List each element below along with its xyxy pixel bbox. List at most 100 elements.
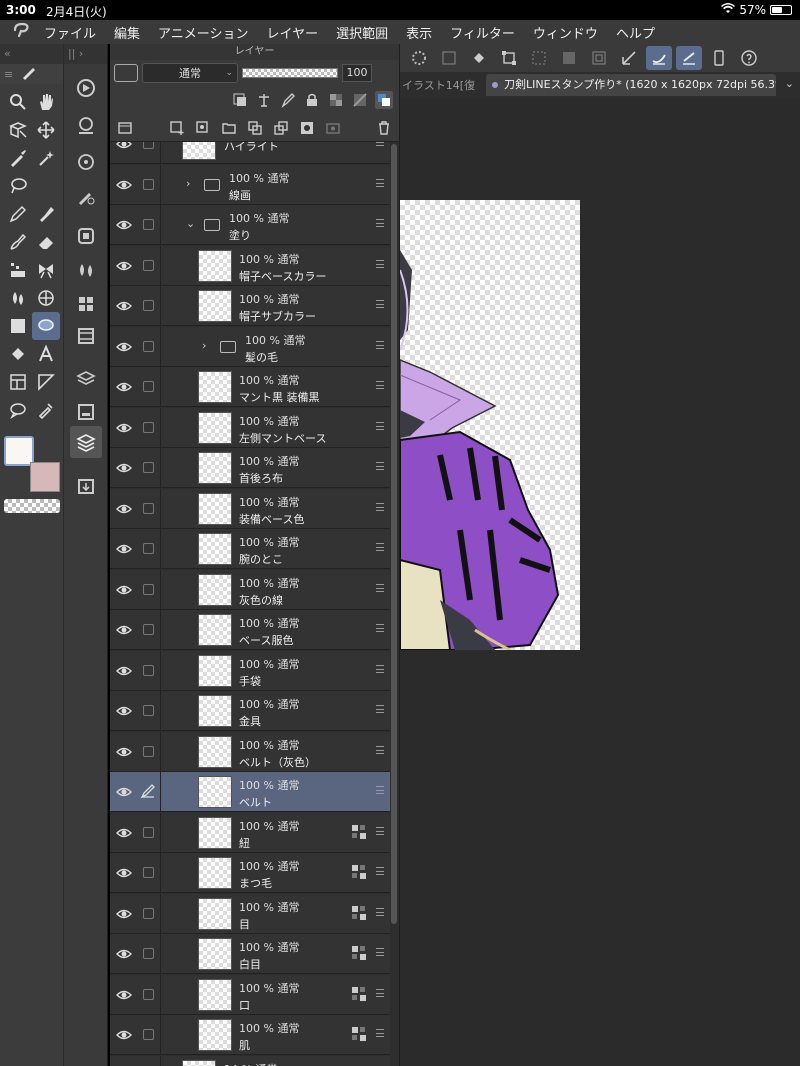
- lock-transparency-icon[interactable]: [327, 91, 345, 109]
- clip-layer-icon[interactable]: [231, 91, 249, 109]
- layer-search-icon[interactable]: [70, 396, 102, 428]
- transparent-color-swatch[interactable]: [4, 499, 60, 513]
- layer-row[interactable]: 100 % 通常口: [110, 974, 390, 1015]
- layer-color-toggle-icon[interactable]: [375, 91, 393, 109]
- layer-folder-row[interactable]: ⌄ 100 % 通常 塗り: [110, 205, 390, 245]
- lock-toggle[interactable]: [143, 745, 154, 757]
- lock-toggle[interactable]: [143, 1029, 154, 1040]
- color-set-icon[interactable]: [70, 288, 102, 320]
- layer-panel-icon[interactable]: [70, 426, 102, 458]
- layer-drag-handle-icon[interactable]: [376, 381, 384, 389]
- help-icon[interactable]: [736, 46, 762, 70]
- material-icon[interactable]: [70, 470, 102, 502]
- visibility-eye-icon[interactable]: [116, 501, 132, 517]
- layer-drag-handle-icon[interactable]: [376, 502, 384, 511]
- menu-window[interactable]: ウィンドウ: [533, 23, 598, 42]
- zoom-tool-icon[interactable]: [4, 88, 32, 116]
- layer-row[interactable]: 100 % 通常 灰色の線: [110, 569, 390, 610]
- magic-wand-tool-icon[interactable]: [32, 144, 60, 172]
- visibility-eye-icon[interactable]: [116, 663, 132, 679]
- visibility-eye-icon[interactable]: [116, 541, 132, 557]
- layer-drag-handle-icon[interactable]: [376, 178, 384, 187]
- chevron-right-icon[interactable]: ›: [186, 177, 190, 190]
- layer-drag-handle-icon[interactable]: [376, 948, 384, 956]
- lasso-fill-tool-icon[interactable]: [32, 312, 60, 340]
- object-tool-icon[interactable]: [4, 116, 32, 144]
- visibility-eye-icon[interactable]: [116, 622, 132, 638]
- layer-drag-handle-icon[interactable]: [376, 142, 384, 146]
- balloon-tool-icon[interactable]: [4, 396, 32, 424]
- ribbon-tool-icon[interactable]: [32, 256, 60, 284]
- eraser-tool-icon[interactable]: [32, 228, 60, 256]
- layer-folder-row[interactable]: › 100 % 通常 髪の毛: [110, 326, 390, 367]
- mask-enable-icon[interactable]: [351, 91, 369, 109]
- layer-row[interactable]: ハイライト: [110, 142, 390, 164]
- combine-down-icon[interactable]: [272, 119, 290, 137]
- chevron-right-icon[interactable]: ›: [202, 339, 206, 352]
- menu-animation[interactable]: アニメーション: [158, 23, 248, 42]
- menu-file[interactable]: ファイル: [44, 23, 96, 42]
- lock-toggle[interactable]: [143, 826, 154, 838]
- lock-toggle[interactable]: [143, 142, 154, 149]
- invert-selection-icon[interactable]: [556, 46, 582, 70]
- canvas-tab-active[interactable]: 刀剣LINEスタンプ作り* (1620 x 1620px 72dpi 56.3%…: [486, 74, 776, 96]
- opacity-value[interactable]: 100: [342, 64, 372, 82]
- layer-drag-handle-icon[interactable]: [376, 300, 384, 308]
- menu-view[interactable]: 表示: [406, 23, 432, 42]
- visibility-eye-icon[interactable]: [116, 339, 132, 355]
- menu-filter[interactable]: フィルター: [450, 23, 515, 42]
- lock-toggle[interactable]: [143, 543, 154, 554]
- visibility-eye-icon[interactable]: [116, 946, 132, 962]
- visibility-eye-icon[interactable]: [116, 460, 132, 476]
- layer-list-icon[interactable]: [116, 119, 134, 137]
- menu-lines-icon[interactable]: ≡: [4, 68, 13, 81]
- layer-property-icon[interactable]: [70, 362, 102, 394]
- visibility-eye-icon[interactable]: [116, 177, 132, 193]
- decoration-tool-icon[interactable]: [4, 256, 32, 284]
- lock-toggle[interactable]: [143, 664, 154, 676]
- correction-tool-icon[interactable]: [32, 396, 60, 424]
- visibility-eye-icon[interactable]: [116, 784, 132, 800]
- new-raster-layer-icon[interactable]: [168, 119, 186, 137]
- layer-row[interactable]: 100 % 通常肌: [110, 1015, 390, 1055]
- visibility-eye-icon[interactable]: [116, 217, 132, 233]
- visibility-eye-icon[interactable]: [116, 582, 132, 598]
- snap-special-ruler-icon[interactable]: [646, 46, 672, 70]
- layer-drag-handle-icon[interactable]: [376, 826, 384, 835]
- layer-drag-handle-icon[interactable]: [376, 543, 384, 551]
- lock-toggle[interactable]: [143, 502, 154, 514]
- lock-toggle[interactable]: [143, 948, 154, 959]
- draft-layer-icon[interactable]: [279, 91, 297, 109]
- layer-row[interactable]: 100 % 通常 腕のとこ: [110, 529, 390, 569]
- layer-drag-handle-icon[interactable]: [376, 907, 384, 916]
- layer-drag-handle-icon[interactable]: [376, 259, 384, 268]
- layer-row[interactable]: 100 % 通常 帽子ベースカラー: [110, 245, 390, 286]
- chevron-down-icon[interactable]: ⌄: [186, 217, 195, 230]
- layer-drag-handle-icon[interactable]: [376, 583, 384, 592]
- new-vector-layer-icon[interactable]: [194, 119, 212, 137]
- fill-tool-icon[interactable]: [4, 340, 32, 368]
- visibility-eye-icon[interactable]: [116, 744, 132, 760]
- layer-color-icon[interactable]: [114, 64, 138, 82]
- lock-toggle[interactable]: [143, 988, 154, 1000]
- reference-layer-icon[interactable]: [255, 91, 273, 109]
- visibility-eye-icon[interactable]: [116, 420, 132, 436]
- lasso-tool-icon[interactable]: [4, 172, 32, 200]
- blend-tool-icon[interactable]: [4, 284, 32, 312]
- lock-icon[interactable]: [303, 91, 321, 109]
- canvas-artboard[interactable]: [400, 200, 580, 652]
- brush-tool-icon[interactable]: [4, 228, 32, 256]
- layer-drag-handle-icon[interactable]: [376, 867, 384, 875]
- layer-row[interactable]: 100 % 通常 ベース服色: [110, 610, 390, 650]
- layer-row[interactable]: 100 % 通常 帽子サブカラー: [110, 286, 390, 326]
- tab-dropdown-icon[interactable]: ⌄: [785, 77, 794, 90]
- pen-tab-icon[interactable]: [21, 65, 37, 84]
- lock-toggle[interactable]: [143, 340, 154, 352]
- color-wheel-icon[interactable]: [70, 220, 102, 252]
- canvas-area[interactable]: [400, 98, 800, 1066]
- timeline-icon[interactable]: [70, 320, 102, 352]
- layer-folder-row[interactable]: › 100 % 通常 線画: [110, 164, 390, 205]
- app-logo-icon[interactable]: [0, 22, 44, 42]
- layer-drag-handle-icon[interactable]: [376, 462, 384, 470]
- layer-row[interactable]: 100 % 通常 左側マントベース: [110, 407, 390, 448]
